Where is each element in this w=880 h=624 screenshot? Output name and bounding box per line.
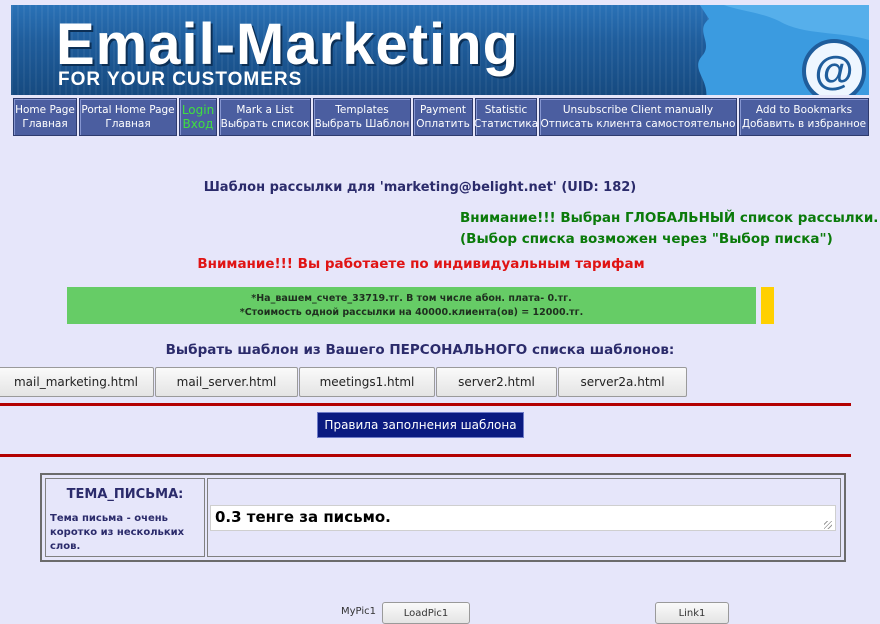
at-symbol: @ bbox=[814, 49, 853, 93]
nav-item-label-en: Statistic bbox=[484, 104, 528, 116]
nav-item-mark-a-list[interactable]: Mark a List Выбрать список bbox=[219, 98, 311, 136]
nav-item-label-ru: Отписать клиента самостоятельно bbox=[540, 118, 736, 130]
balance-marker bbox=[761, 287, 774, 324]
template-button[interactable]: mail_server.html bbox=[155, 367, 298, 397]
global-list-notice: Внимание!!! Выбран ГЛОБАЛЬНЫЙ список рас… bbox=[460, 208, 878, 250]
nav-item-label-ru: Добавить в избранное bbox=[741, 118, 867, 130]
nav-item-home-page[interactable]: Home Page Главная bbox=[13, 98, 77, 136]
nav-item-templates[interactable]: Templates Выбрать Шаблон bbox=[313, 98, 411, 136]
subject-table: ТЕМА_ПИСЬМА: Тема письма - очень коротко… bbox=[45, 478, 841, 557]
subject-input[interactable]: 0.3 тенге за письмо. bbox=[210, 505, 836, 531]
nav-item-add-to-bookmarks[interactable]: Add to Bookmarks Добавить в избранное bbox=[739, 98, 869, 136]
global-list-notice-line1: Внимание!!! Выбран ГЛОБАЛЬНЫЙ список рас… bbox=[460, 210, 879, 226]
nav-item-label-en: Login bbox=[181, 103, 215, 117]
nav-item-label-ru: Вход bbox=[182, 117, 214, 131]
nav-item-label-en: Add to Bookmarks bbox=[755, 104, 853, 116]
nav-item-label-en: Mark a List bbox=[236, 104, 294, 116]
nav-item-label-ru: Выбрать Шаблон bbox=[314, 118, 410, 130]
load-pic-button[interactable]: LoadPic1 bbox=[382, 602, 470, 624]
link-button[interactable]: Link1 bbox=[655, 602, 729, 624]
nav-item-label-en: Templates bbox=[335, 104, 389, 116]
balance-line2: *Стоимость одной рассылки на 40000.клиен… bbox=[239, 306, 584, 318]
nav-item-label-ru: Главная bbox=[22, 118, 68, 130]
nav-item-payment[interactable]: Payment Оплатить bbox=[413, 98, 473, 136]
template-button[interactable]: server2a.html bbox=[558, 367, 687, 397]
nav-item-label-ru: Оплатить bbox=[416, 118, 470, 130]
balance-panel: *На_вашем_счете_33719.тг. В том числе аб… bbox=[67, 287, 756, 324]
subject-description: Тема письма - очень коротко из нескольки… bbox=[50, 513, 185, 552]
template-button[interactable]: mail_marketing.html bbox=[0, 367, 154, 397]
subject-section: ТЕМА_ПИСЬМА: Тема письма - очень коротко… bbox=[40, 473, 846, 562]
resize-grip-icon[interactable] bbox=[824, 521, 832, 529]
header-banner: Email-Marketing FOR YOUR CUSTOMERS @ bbox=[11, 5, 869, 95]
divider-bottom bbox=[0, 454, 851, 457]
template-list: mail_marketing.html mail_server.html meeti… bbox=[0, 367, 688, 397]
global-list-notice-line2: (Выбор списка возможен через "Выбор писк… bbox=[460, 231, 833, 247]
nav-item-label-en: Portal Home Page bbox=[81, 104, 175, 116]
tariff-warning: Внимание!!! Вы работаете по индивидуальн… bbox=[197, 256, 645, 272]
banner-subtitle: FOR YOUR CUSTOMERS bbox=[58, 69, 303, 90]
template-button[interactable]: server2.html bbox=[436, 367, 557, 397]
subject-label-cell: ТЕМА_ПИСЬМА: Тема письма - очень коротко… bbox=[45, 478, 205, 557]
choose-template-label: Выбрать шаблон из Вашего ПЕРСОНАЛЬНОГО с… bbox=[165, 342, 675, 358]
nav-item-label-ru: Выбрать список bbox=[220, 118, 310, 130]
subject-header: ТЕМА_ПИСЬМА: bbox=[66, 487, 184, 502]
nav-item-statistic[interactable]: Statistic Статистика bbox=[473, 98, 539, 136]
nav-item-label-ru: Статистика bbox=[473, 118, 539, 130]
subject-input-cell: 0.3 тенге за письмо. bbox=[207, 478, 841, 557]
nav-item-label-ru: Главная bbox=[105, 118, 151, 130]
nav-item-login[interactable]: Login Вход bbox=[179, 98, 217, 136]
puzzle-logo-icon: @ bbox=[698, 5, 869, 95]
nav-item-unsubscribe-client-manually[interactable]: Unsubscribe Client manually Отписать клие… bbox=[539, 98, 737, 136]
template-button[interactable]: meetings1.html bbox=[299, 367, 435, 397]
nav-item-label-en: Home Page bbox=[15, 104, 75, 116]
banner-title: Email-Marketing bbox=[56, 12, 519, 77]
page-heading: Шаблон рассылки для 'marketing@belight.n… bbox=[203, 180, 637, 195]
mypic-label: MyPic1 bbox=[341, 606, 376, 617]
nav-item-label-en: Payment bbox=[420, 104, 466, 116]
nav-item-label-en: Unsubscribe Client manually bbox=[562, 104, 714, 116]
divider-top bbox=[0, 403, 851, 406]
template-rules-button[interactable]: Правила заполнения шаблона bbox=[317, 412, 524, 438]
balance-line1: *На_вашем_счете_33719.тг. В том числе аб… bbox=[251, 292, 572, 304]
main-nav: Home Page Главная Portal Home Page Главная L… bbox=[13, 98, 871, 138]
nav-item-portal-home-page[interactable]: Portal Home Page Главная bbox=[79, 98, 177, 136]
